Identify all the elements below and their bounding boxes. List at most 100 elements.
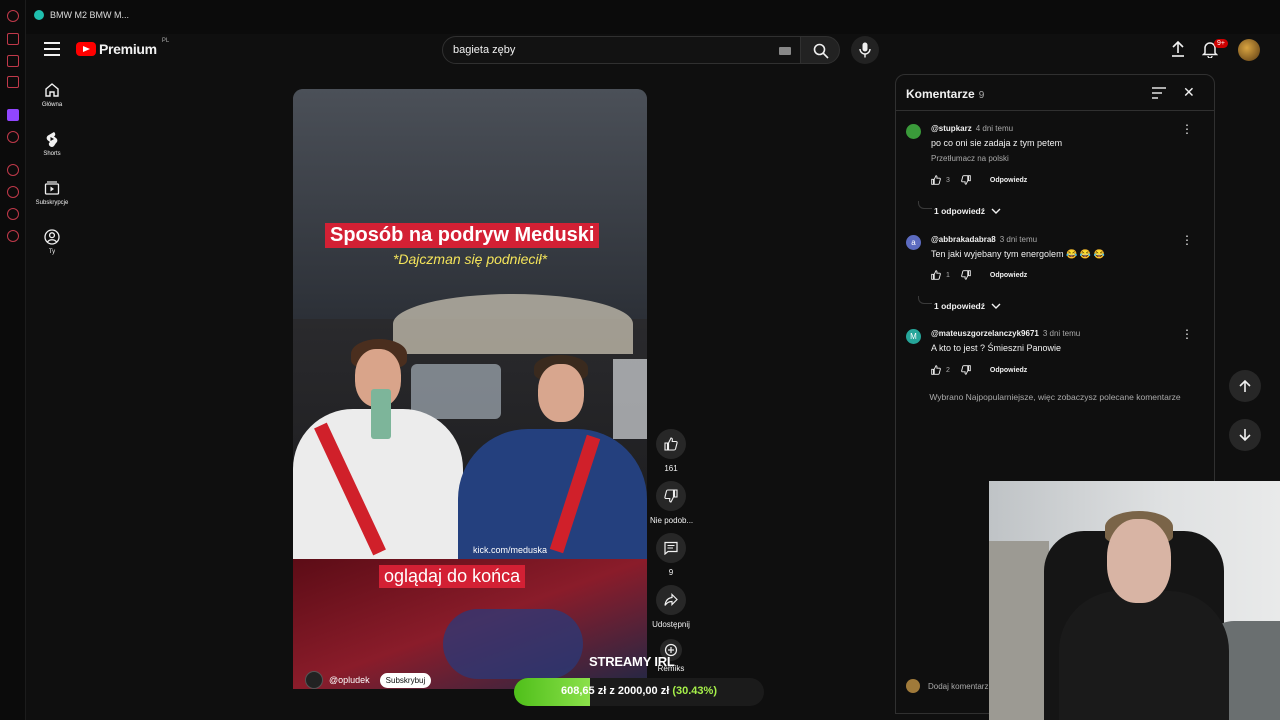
comment-time[interactable]: 3 dni temu — [1043, 329, 1080, 338]
thumbs-up-icon[interactable] — [931, 365, 941, 375]
video-person — [458, 355, 647, 559]
upload-icon — [1172, 40, 1184, 57]
previous-short-button[interactable] — [1229, 370, 1261, 402]
next-short-button[interactable] — [1229, 419, 1261, 451]
like-button[interactable]: 161 — [650, 429, 692, 473]
comment-text: A kto to jest ? Śmieszni Panowie — [931, 343, 1062, 353]
more-options-icon[interactable]: ⋮ — [1181, 234, 1193, 246]
sidebar-item-subscriptions[interactable]: Subskrypcje — [26, 180, 78, 206]
comment-avatar[interactable]: M — [906, 329, 921, 344]
comment-author[interactable]: @abbrakadabra8 — [931, 235, 996, 244]
avatar — [906, 679, 920, 693]
add-comment-field[interactable]: Dodaj komentarz... — [906, 679, 995, 693]
arrow-up-icon — [1239, 379, 1251, 392]
comment-actions: 3 Odpowiedz — [931, 175, 1027, 185]
comment-text: Ten jaki wyjebany tym energolem 😂 😂 😂 — [931, 249, 1105, 259]
comment-like-count: 2 — [946, 366, 950, 374]
dislike-label: Nie podob... — [650, 516, 694, 525]
more-options-icon[interactable]: ⋮ — [1181, 123, 1193, 135]
comment-like-count: 3 — [946, 176, 950, 184]
shorts-icon — [46, 132, 58, 147]
comment-time[interactable]: 3 dni temu — [1000, 235, 1037, 244]
search-input[interactable]: bagieta zęby — [453, 44, 515, 56]
thumbs-up-icon[interactable] — [931, 175, 941, 185]
reply-button[interactable]: Odpowiedz — [990, 367, 1027, 374]
youtube-logo[interactable]: Premium PL — [76, 38, 169, 57]
comment-author[interactable]: @mateuszgorzelanczyk9671 — [931, 329, 1039, 338]
sidebar-item-label: Ty — [48, 249, 56, 255]
donation-percent: (30.43%) — [672, 685, 717, 697]
more-options-icon[interactable]: ⋮ — [1181, 328, 1193, 340]
history-icon[interactable] — [7, 186, 19, 198]
reply-button[interactable]: Odpowiedz — [990, 272, 1027, 279]
browser-tab-bar: BMW M2 BMW M... — [26, 0, 1280, 34]
share-button[interactable]: Udostępnij — [650, 585, 692, 629]
donation-current: 608,65 zł — [561, 685, 607, 697]
show-replies-button[interactable]: 1 odpowiedź — [934, 301, 1001, 311]
comment-author-line: @abbrakadabra8 3 dni temu — [931, 235, 1037, 244]
browser-tab[interactable]: BMW M2 BMW M... — [34, 10, 129, 20]
share-icon — [664, 593, 678, 606]
reply-button[interactable]: Odpowiedz — [990, 177, 1027, 184]
thread-line — [918, 201, 932, 209]
thumbs-down-icon — [664, 489, 678, 503]
browser-icon[interactable] — [7, 10, 19, 22]
subscriptions-icon — [44, 181, 60, 195]
donation-separator: z — [609, 685, 615, 697]
search-button[interactable] — [800, 36, 840, 64]
sidebar-item-shorts[interactable]: Shorts — [26, 131, 78, 157]
browser-app-icon[interactable] — [7, 164, 19, 176]
twitch-icon[interactable] — [7, 109, 19, 121]
thumbs-down-icon[interactable] — [961, 175, 971, 185]
comments-button[interactable]: 9 — [650, 533, 692, 577]
sort-icon[interactable] — [1152, 87, 1166, 99]
create-button[interactable] — [1170, 40, 1186, 63]
comment-avatar[interactable]: a — [906, 235, 921, 250]
comment-actions: 1 Odpowiedz — [931, 270, 1027, 280]
comment-avatar[interactable] — [906, 124, 921, 139]
tab-favicon-icon — [34, 10, 44, 20]
comment-author[interactable]: @stupkarz — [931, 124, 972, 133]
sort-note: Wybrano Najpopularniejsze, więc zobaczys… — [929, 392, 1181, 402]
video-frame — [293, 89, 647, 319]
browser-app-icon[interactable] — [7, 76, 19, 88]
search-box[interactable]: bagieta zęby ✕ — [442, 36, 818, 64]
comment-icon — [664, 541, 678, 555]
replies-label: 1 odpowiedź — [934, 301, 985, 311]
channel-row: @opludek Subskrybuj — [305, 671, 432, 689]
logo-text: Premium — [99, 41, 157, 57]
shorts-player[interactable]: Sposób na podryw Meduski *Dajczman się p… — [293, 89, 647, 689]
comment-time[interactable]: 4 dni temu — [976, 124, 1013, 133]
menu-button[interactable] — [44, 42, 60, 56]
dislike-button[interactable]: Nie podob... — [650, 481, 694, 525]
tab-title: BMW M2 BMW M... — [50, 10, 129, 20]
account-avatar[interactable] — [1238, 39, 1260, 61]
comments-title-text: Komentarze — [906, 87, 975, 101]
search-icon — [813, 43, 829, 59]
close-icon[interactable]: ✕ — [1183, 85, 1195, 99]
add-comment-placeholder[interactable]: Dodaj komentarz... — [928, 682, 995, 691]
like-count: 161 — [664, 464, 678, 473]
chevron-down-icon — [991, 208, 1001, 214]
keyboard-icon[interactable] — [779, 47, 791, 55]
sidebar-item-you[interactable]: Ty — [26, 229, 78, 255]
masthead: Premium PL bagieta zęby ✕ 9+ — [26, 34, 1280, 66]
voice-search-button[interactable] — [851, 36, 879, 64]
thumbs-up-icon[interactable] — [931, 270, 941, 280]
browser-app-icon[interactable] — [7, 131, 19, 143]
browser-app-icon[interactable] — [7, 55, 19, 67]
thumbs-down-icon[interactable] — [961, 365, 971, 375]
video-person — [293, 339, 463, 559]
settings-icon[interactable] — [7, 230, 19, 242]
channel-avatar[interactable] — [305, 671, 323, 689]
thumbs-down-icon[interactable] — [961, 270, 971, 280]
sidebar-item-home[interactable]: Główna — [26, 82, 78, 108]
chevron-down-icon — [991, 303, 1001, 309]
subscribe-button[interactable]: Subskrybuj — [379, 672, 432, 688]
channel-name[interactable]: @opludek — [329, 675, 370, 685]
browser-app-icon[interactable] — [7, 208, 19, 220]
show-replies-button[interactable]: 1 odpowiedź — [934, 206, 1001, 216]
browser-app-icon[interactable] — [7, 33, 19, 45]
video-object — [371, 389, 391, 439]
translate-link[interactable]: Przetłumacz na polski — [931, 154, 1009, 163]
